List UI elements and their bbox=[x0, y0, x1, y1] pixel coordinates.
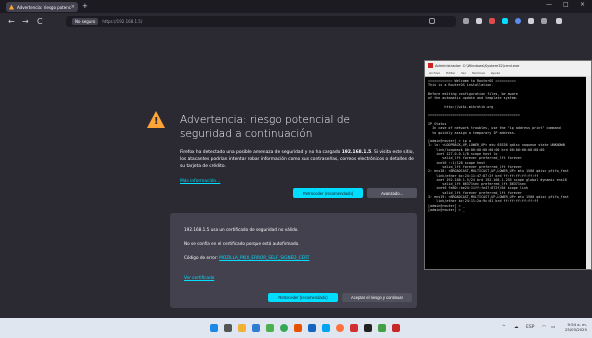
app-green-icon[interactable] bbox=[378, 324, 386, 332]
terminal-menu-ayuda[interactable]: Ayuda bbox=[491, 71, 500, 75]
new-tab-button[interactable]: + bbox=[82, 2, 88, 10]
nav-toolbar: ← → C No seguro https://192.168.1.5/ bbox=[0, 13, 592, 30]
reload-icon[interactable]: C bbox=[37, 17, 43, 26]
view-certificate-link[interactable]: Ver certificado bbox=[184, 275, 214, 280]
firefox-icon[interactable] bbox=[336, 324, 344, 332]
app-red2-icon[interactable] bbox=[392, 324, 400, 332]
advanced-panel: 192.168.1.5 usa un certificado de seguri… bbox=[170, 213, 417, 308]
bookmark-icon[interactable] bbox=[429, 18, 435, 24]
tab-bar: Advertencia: riesgo potencial… × + — □ × bbox=[0, 0, 592, 13]
accept-risk-button[interactable]: Aceptar el riesgo y continuar bbox=[342, 293, 412, 302]
extension-icon[interactable] bbox=[463, 18, 469, 24]
terminal-menu-editar[interactable]: Editar bbox=[446, 71, 455, 75]
terminal-taskbar-icon[interactable] bbox=[364, 324, 372, 332]
downloads-icon[interactable] bbox=[476, 18, 482, 24]
error-code-link[interactable]: MOZILLA_PKIX_ERROR_SELF_SIGNED_CERT bbox=[219, 255, 309, 260]
back-icon[interactable]: ← bbox=[8, 17, 15, 26]
description-text: Firefox ha detectado una posible amenaza… bbox=[180, 150, 342, 155]
advanced-button[interactable]: Avanzado... bbox=[367, 188, 417, 198]
addon-blue-icon[interactable] bbox=[502, 18, 508, 24]
menu-icon[interactable] bbox=[556, 18, 562, 24]
error-code-label: Código de error: bbox=[184, 255, 220, 260]
app-cyan-icon[interactable] bbox=[322, 324, 330, 332]
terminal-scrollbar[interactable] bbox=[586, 76, 591, 269]
advanced-line-1: 192.168.1.5 usa un certificado de seguri… bbox=[184, 227, 299, 232]
forward-icon[interactable]: → bbox=[22, 17, 29, 26]
url-bar[interactable]: No seguro https://192.168.1.5/ bbox=[66, 16, 456, 27]
maximize-button[interactable]: □ bbox=[563, 1, 569, 8]
terminal-menu-archivo[interactable]: Archivo bbox=[429, 71, 440, 75]
weather-icon[interactable]: ☁ bbox=[514, 325, 519, 330]
warning-description: Firefox ha detectado una posible amenaza… bbox=[180, 149, 415, 170]
tray-chevron-icon[interactable]: ^ bbox=[502, 325, 506, 330]
terminal-menu-ver[interactable]: Ver bbox=[461, 71, 466, 75]
wifi-icon[interactable]: ◠ bbox=[542, 325, 546, 330]
app-blue-icon[interactable] bbox=[308, 324, 316, 332]
minimize-button[interactable]: — bbox=[546, 1, 552, 8]
store-icon[interactable] bbox=[266, 324, 274, 332]
app-orange-icon[interactable] bbox=[294, 324, 302, 332]
description-host: 192.168.1.5 bbox=[341, 150, 372, 155]
terminal-menu-terminal[interactable]: Terminal bbox=[472, 71, 485, 75]
terminal-menu: Archivo Editar Ver Terminal Ayuda bbox=[425, 70, 591, 77]
security-badge[interactable]: No seguro bbox=[72, 18, 99, 25]
go-back-button-advanced[interactable]: Retroceder (recomendado) bbox=[268, 293, 338, 302]
clock[interactable]: 9:54 a. m. 25/03/2025 bbox=[565, 322, 587, 332]
advanced-line-2: No se confía en el certificado porque es… bbox=[184, 241, 300, 246]
warning-icon bbox=[9, 4, 14, 10]
battery-icon[interactable]: ▭ bbox=[551, 325, 555, 330]
clock-date: 25/03/2025 bbox=[565, 327, 587, 332]
close-window-button[interactable]: × bbox=[580, 1, 585, 8]
account-icon[interactable] bbox=[515, 18, 521, 24]
addon-red-icon[interactable] bbox=[489, 18, 495, 24]
error-code-line: Código de error: MOZILLA_PKIX_ERROR_SELF… bbox=[184, 255, 309, 260]
addon-icon[interactable] bbox=[528, 18, 534, 24]
language-indicator[interactable]: ESP bbox=[526, 325, 534, 330]
page-title: Advertencia: riesgo potencial de segurid… bbox=[180, 114, 350, 140]
url-text[interactable]: https://192.168.1.5/ bbox=[102, 19, 142, 24]
start-icon[interactable] bbox=[210, 324, 218, 332]
terminal-titlebar[interactable]: Administrador: C:\Windows\System32\cmd.e… bbox=[425, 61, 591, 70]
terminal-output[interactable]: ============ Welcome to RouterOS =======… bbox=[425, 77, 591, 269]
view-certificate-line: Ver certificado bbox=[184, 275, 214, 280]
search-icon[interactable] bbox=[224, 324, 232, 332]
tab-close-icon[interactable]: × bbox=[71, 4, 75, 10]
tab-title: Advertencia: riesgo potencial… bbox=[17, 4, 71, 10]
chrome-icon[interactable] bbox=[280, 324, 288, 332]
learn-more-link[interactable]: Más información... bbox=[180, 179, 220, 184]
taskbar: ^ ☁ ESP ◠ ▭ 9:54 a. m. 25/03/2025 bbox=[0, 318, 592, 338]
file-explorer-icon[interactable] bbox=[238, 324, 246, 332]
terminal-icon bbox=[428, 63, 433, 68]
terminal-window[interactable]: Administrador: C:\Windows\System32\cmd.e… bbox=[424, 60, 592, 270]
terminal-title: Administrador: C:\Windows\System32\cmd.e… bbox=[435, 63, 520, 68]
tab-active[interactable]: Advertencia: riesgo potencial… × bbox=[6, 2, 78, 12]
extensions-icon[interactable] bbox=[541, 18, 547, 24]
app-red-icon[interactable] bbox=[350, 324, 358, 332]
go-back-button[interactable]: Retroceder (recomendado) bbox=[293, 188, 363, 198]
edge-icon[interactable] bbox=[252, 324, 260, 332]
